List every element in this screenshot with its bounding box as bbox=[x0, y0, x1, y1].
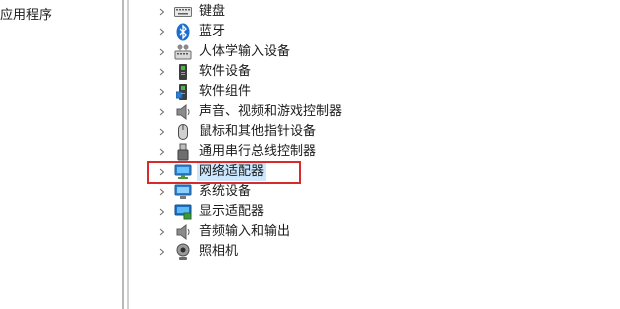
chevron-right-icon[interactable] bbox=[156, 182, 168, 202]
chevron-right-icon[interactable] bbox=[156, 2, 168, 22]
camera-icon bbox=[174, 243, 192, 261]
audio-io-icon bbox=[174, 223, 192, 241]
chevron-right-icon[interactable] bbox=[156, 102, 168, 122]
tree-item-network-adapter[interactable]: 网络适配器 bbox=[156, 162, 616, 182]
tree-item-keyboard[interactable]: 键盘 bbox=[156, 2, 616, 22]
tree-item-label: 显示适配器 bbox=[199, 204, 265, 219]
chevron-right-icon[interactable] bbox=[156, 202, 168, 222]
chevron-right-icon[interactable] bbox=[156, 122, 168, 142]
left-pane: 应用程序 bbox=[0, 0, 122, 309]
system-device-icon bbox=[174, 183, 192, 201]
usb-icon bbox=[174, 143, 192, 161]
tree-item-label: 鼠标和其他指针设备 bbox=[199, 124, 317, 139]
device-manager-view: 应用程序 键盘 蓝牙 人体学输入设备 软件设备 软件组件 声音、视频和游戏控制器… bbox=[0, 0, 620, 309]
software-component-icon bbox=[174, 83, 192, 101]
tree-item-label: 人体学输入设备 bbox=[199, 44, 291, 59]
chevron-right-icon[interactable] bbox=[156, 62, 168, 82]
mouse-icon bbox=[174, 123, 192, 141]
tree-item-label: 系统设备 bbox=[199, 184, 252, 199]
tree-item-label: 软件组件 bbox=[199, 84, 252, 99]
tree-item-hid[interactable]: 人体学输入设备 bbox=[156, 42, 616, 62]
tree-item-bluetooth[interactable]: 蓝牙 bbox=[156, 22, 616, 42]
chevron-right-icon[interactable] bbox=[156, 22, 168, 42]
chevron-right-icon[interactable] bbox=[156, 142, 168, 162]
tree-item-usb[interactable]: 通用串行总线控制器 bbox=[156, 142, 616, 162]
tree-item-label: 通用串行总线控制器 bbox=[199, 144, 317, 159]
chevron-right-icon[interactable] bbox=[156, 82, 168, 102]
bluetooth-icon bbox=[174, 23, 192, 41]
keyboard-icon bbox=[174, 3, 192, 21]
tree-item-label: 软件设备 bbox=[199, 64, 252, 79]
tree-item-audio-io[interactable]: 音频输入和输出 bbox=[156, 222, 616, 242]
pane-divider[interactable] bbox=[122, 0, 124, 309]
left-pane-item[interactable]: 应用程序 bbox=[0, 4, 52, 23]
tree-item-label: 键盘 bbox=[199, 4, 226, 19]
tree-item-mouse[interactable]: 鼠标和其他指针设备 bbox=[156, 122, 616, 142]
display-adapter-icon bbox=[174, 203, 192, 221]
tree-item-camera[interactable]: 照相机 bbox=[156, 242, 616, 262]
device-tree: 键盘 蓝牙 人体学输入设备 软件设备 软件组件 声音、视频和游戏控制器 鼠标和其… bbox=[156, 2, 616, 262]
tree-item-system-device[interactable]: 系统设备 bbox=[156, 182, 616, 202]
chevron-right-icon[interactable] bbox=[156, 42, 168, 62]
chevron-right-icon[interactable] bbox=[156, 242, 168, 262]
tree-item-display-adapter[interactable]: 显示适配器 bbox=[156, 202, 616, 222]
network-adapter-icon bbox=[174, 163, 192, 181]
tree-item-label: 照相机 bbox=[199, 244, 239, 259]
pane-divider-inner bbox=[127, 0, 129, 309]
tree-item-label: 蓝牙 bbox=[199, 24, 226, 39]
tree-item-label: 网络适配器 bbox=[197, 163, 267, 181]
speaker-icon bbox=[174, 103, 192, 121]
tree-item-sound-video-game[interactable]: 声音、视频和游戏控制器 bbox=[156, 102, 616, 122]
hid-icon bbox=[174, 43, 192, 61]
chevron-right-icon[interactable] bbox=[156, 162, 168, 182]
chevron-right-icon[interactable] bbox=[156, 222, 168, 242]
tree-item-software-device[interactable]: 软件设备 bbox=[156, 62, 616, 82]
tree-item-label: 声音、视频和游戏控制器 bbox=[199, 104, 343, 119]
software-device-icon bbox=[174, 63, 192, 81]
tree-item-software-component[interactable]: 软件组件 bbox=[156, 82, 616, 102]
tree-item-label: 音频输入和输出 bbox=[199, 224, 291, 239]
